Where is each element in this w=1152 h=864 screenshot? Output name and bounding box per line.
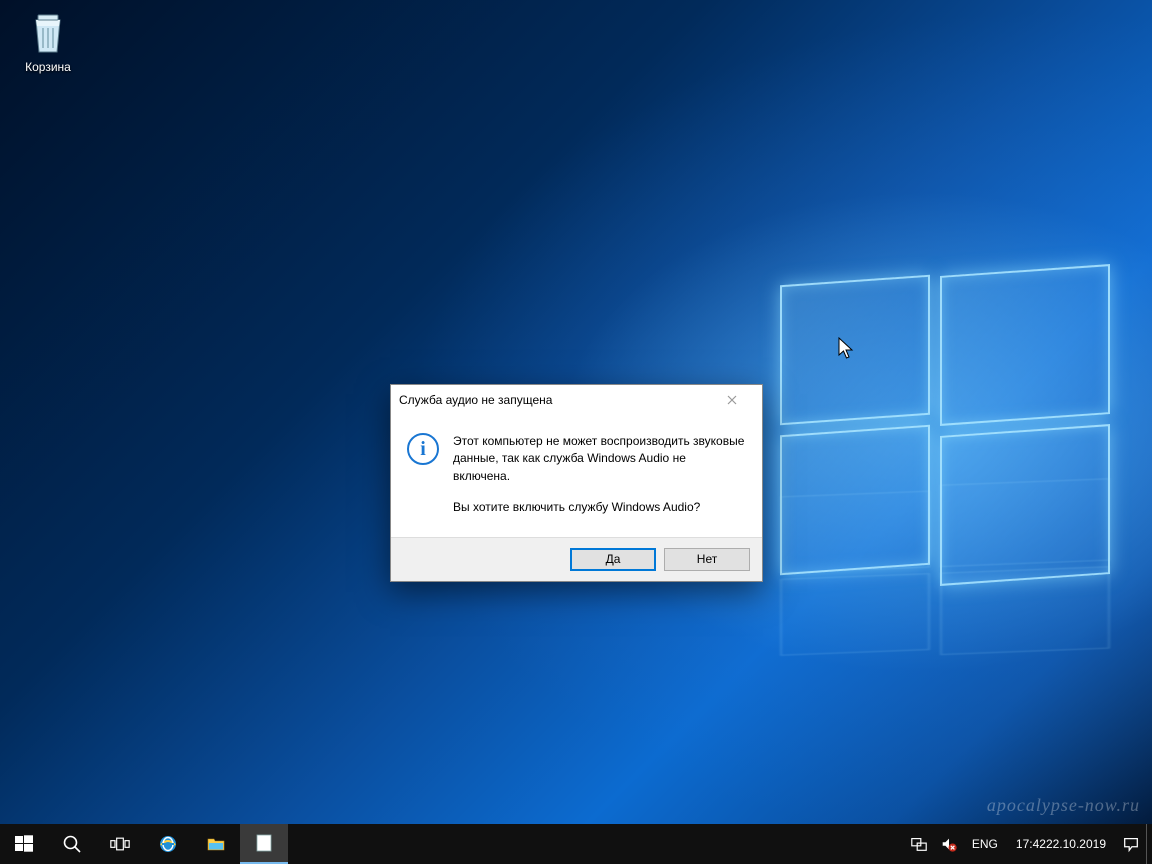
windows-logo-icon [14,834,34,854]
file-explorer-icon [206,834,226,854]
dialog-footer: Да Нет [391,537,762,581]
search-button[interactable] [48,824,96,864]
tray-volume-button[interactable] [934,824,964,864]
info-icon: i [407,433,439,465]
yes-button[interactable]: Да [570,548,656,571]
dialog-titlebar[interactable]: Служба аудио не запущена [391,385,762,415]
start-button[interactable] [0,824,48,864]
task-view-icon [110,834,130,854]
network-icon [910,835,928,853]
no-button[interactable]: Нет [664,548,750,571]
search-icon [62,834,82,854]
taskbar-spacer [288,824,904,864]
watermark-text: apocalypse-now.ru [987,795,1140,816]
tray-clock[interactable]: 17:42 22.10.2019 [1006,824,1116,864]
dialog-message-line1: Этот компьютер не может воспроизводить з… [453,433,746,485]
desktop-icon-recycle-bin[interactable]: Корзина [10,8,86,74]
taskbar: ENG 17:42 22.10.2019 [0,824,1152,864]
recycle-bin-icon [24,8,72,56]
tray-action-center-button[interactable] [1116,824,1146,864]
task-view-button[interactable] [96,824,144,864]
wallpaper-reflection [780,539,1110,662]
dialog-message-line2: Вы хотите включить службу Windows Audio? [453,499,746,516]
taskbar-app-active-dialog[interactable] [240,824,288,864]
close-icon [727,395,737,405]
tray-date: 22.10.2019 [1046,837,1106,851]
show-desktop-button[interactable] [1146,824,1152,864]
volume-muted-icon [940,835,958,853]
taskbar-app-explorer[interactable] [192,824,240,864]
recycle-bin-label: Корзина [10,60,86,74]
action-center-icon [1122,835,1140,853]
ie-icon [158,834,178,854]
dialog-close-button[interactable] [709,386,754,414]
dialog-title: Служба аудио не запущена [399,393,709,407]
taskbar-app-ie[interactable] [144,824,192,864]
blank-window-icon [254,833,274,853]
audio-service-dialog: Служба аудио не запущена i Этот компьюте… [390,384,763,582]
tray-language-indicator[interactable]: ENG [964,824,1006,864]
system-tray: ENG 17:42 22.10.2019 [904,824,1152,864]
tray-time: 17:42 [1016,837,1046,851]
tray-network-button[interactable] [904,824,934,864]
